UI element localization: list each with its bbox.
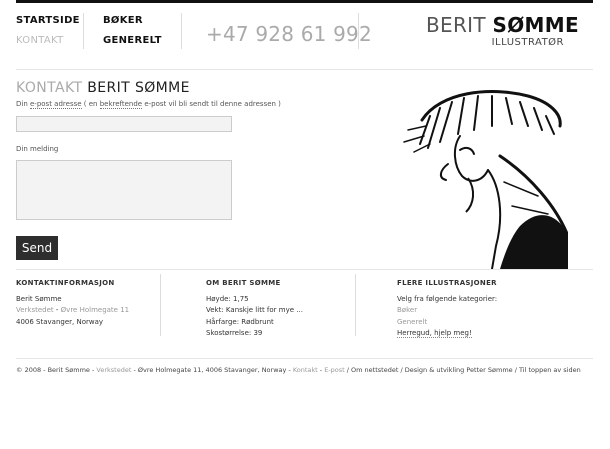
message-label: Din melding [16, 145, 59, 153]
footer-kontakt-link[interactable]: Kontakt [293, 366, 318, 374]
footer-separator [16, 358, 593, 359]
more-illustrations-column: FLERE ILLUSTRASJONER Velg fra følgende k… [397, 278, 497, 340]
email-label-term: bekreftende [99, 100, 143, 109]
title-name: BERIT SØMME [87, 80, 190, 96]
address-separator: - [53, 306, 61, 314]
column-divider [160, 274, 161, 336]
nav-boker[interactable]: BØKER [103, 15, 143, 26]
nav-startside[interactable]: STARTSIDE [16, 15, 80, 26]
logo-subtitle: ILLUSTRATØR [491, 37, 564, 48]
illustration-image [403, 90, 568, 269]
footer: © 2008 - Berit Sømme - Verkstedet - Øvre… [16, 366, 581, 374]
workplace-link[interactable]: Verkstedet [16, 306, 54, 314]
email-field[interactable] [16, 116, 232, 132]
send-button[interactable]: Send [16, 236, 58, 260]
contact-info-column: KONTAKTINFORMASJON Berit Sømme Verkstede… [16, 278, 129, 328]
footer-epost-link[interactable]: E-post [324, 366, 345, 374]
phone-number: +47 928 61 992 [206, 22, 372, 46]
category-herregud-link[interactable]: Herregud, hjelp meg! [397, 329, 472, 338]
category-boker-link[interactable]: Bøker [397, 306, 417, 314]
address-link[interactable]: Øvre Holmegate 11 [61, 306, 129, 314]
footer-address: - Øvre Holmegate 11, 4006 Stavanger, Nor… [131, 366, 293, 374]
about-hair: Hårfarge: Rødbrunt [206, 317, 274, 326]
contact-city: 4006 Stavanger, Norway [16, 317, 104, 326]
nav-kontakt[interactable]: KONTAKT [16, 35, 64, 46]
footer-top-link[interactable]: Til toppen av siden [519, 366, 581, 374]
about-column: OM BERIT SØMME Høyde: 1,75 Vekt: Kanskje… [206, 278, 303, 340]
page-title: KONTAKT BERIT SØMME [16, 80, 190, 96]
category-generelt-link[interactable]: Generelt [397, 318, 427, 326]
email-label: Din e-post adresse ( en bekreftende e-po… [16, 100, 281, 109]
footer-verkstedet-link[interactable]: Verkstedet [96, 366, 131, 374]
header-separator [16, 69, 593, 70]
about-heading: OM BERIT SØMME [206, 279, 281, 287]
nav-divider [181, 13, 182, 49]
contact-name: Berit Sømme [16, 294, 62, 303]
logo-last: SØMME [492, 13, 579, 37]
nav-divider [83, 13, 84, 49]
about-shoe: Skostørrelse: 39 [206, 329, 263, 337]
site-logo[interactable]: BERIT SØMME ILLUSTRATØR [426, 13, 579, 48]
about-height: Høyde: 1,75 [206, 294, 249, 303]
message-field[interactable] [16, 160, 232, 220]
footer-om-link[interactable]: Om nettstedet [351, 366, 398, 374]
contact-address: Verkstedet - Øvre Holmegate 11 [16, 305, 129, 317]
nav-generelt[interactable]: GENERELT [103, 35, 162, 46]
content-separator [16, 269, 593, 270]
email-label-text: ( en [81, 100, 100, 108]
about-weight: Vekt: Kanskje litt for mye ... [206, 306, 303, 314]
logo-first: BERIT [426, 13, 493, 37]
column-divider [355, 274, 356, 336]
more-heading: FLERE ILLUSTRASJONER [397, 279, 497, 287]
header-divider [358, 13, 359, 49]
top-rule [16, 0, 593, 3]
title-prefix: KONTAKT [16, 80, 88, 96]
logo-name: BERIT SØMME [426, 13, 579, 37]
footer-copyright: © 2008 - Berit Sømme - [16, 366, 97, 374]
contact-info-heading: KONTAKTINFORMASJON [16, 279, 115, 287]
email-label-term: e-post adresse [30, 100, 82, 109]
footer-design-link[interactable]: Design & utvikling Petter Sømme [405, 366, 513, 374]
email-label-text: Din [16, 100, 30, 108]
more-intro: Velg fra følgende kategorier: [397, 294, 498, 303]
email-label-text: e-post vil bli sendt til denne adressen … [142, 100, 281, 108]
